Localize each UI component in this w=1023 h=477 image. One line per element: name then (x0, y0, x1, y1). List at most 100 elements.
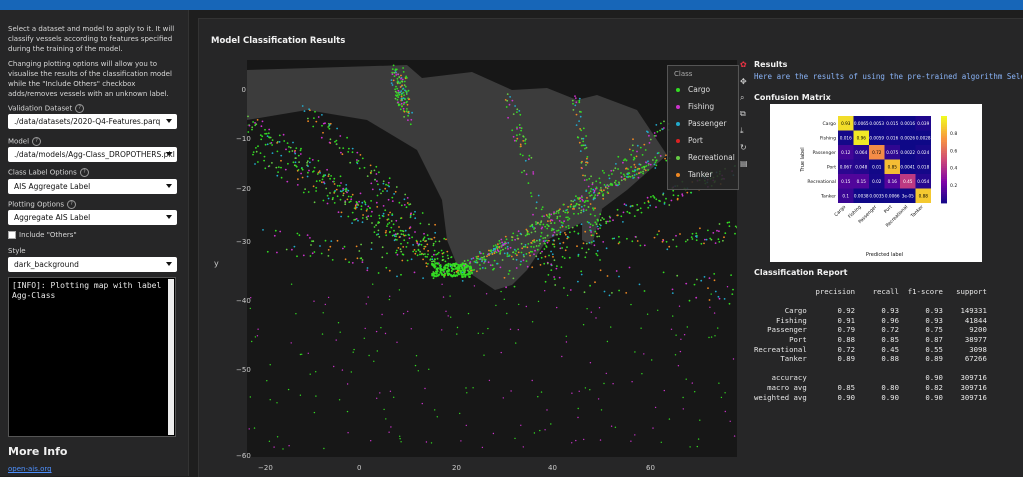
vessel-point (357, 220, 359, 222)
vessel-point (654, 237, 656, 239)
reset-icon[interactable]: ↻ (740, 143, 747, 152)
vessel-point (250, 396, 251, 397)
help-icon[interactable]: ? (32, 137, 41, 146)
vessel-point (623, 174, 625, 176)
vessel-point (695, 233, 697, 235)
vessel-point (327, 195, 329, 197)
vessel-point (312, 126, 314, 128)
checkbox-box[interactable] (8, 231, 16, 239)
vessel-point (552, 234, 554, 236)
vessel-point (467, 273, 469, 275)
help-icon[interactable]: ? (75, 104, 84, 113)
save-icon[interactable]: ⤓ (740, 126, 744, 136)
vessel-point (546, 214, 548, 216)
vessel-point (496, 251, 498, 253)
vessel-point (300, 150, 302, 152)
vessel-point (696, 279, 698, 281)
vessel-point (342, 153, 344, 155)
vessel-point (554, 246, 556, 248)
vessel-point (525, 235, 527, 237)
vessel-point (579, 142, 581, 144)
vessel-point (442, 256, 444, 258)
vessel-point (501, 352, 502, 353)
vessel-point (722, 240, 724, 242)
vessel-point (586, 252, 588, 254)
vessel-point (592, 182, 594, 184)
vessel-point (281, 177, 283, 179)
vessel-point (607, 341, 608, 342)
vessel-point (449, 295, 450, 296)
vessel-point (541, 209, 543, 211)
vessel-point (634, 174, 636, 176)
vessel-point (356, 218, 358, 220)
vessel-point (388, 182, 390, 184)
vessel-point (342, 248, 344, 250)
vessel-point (529, 255, 531, 257)
map-chart[interactable] (247, 60, 737, 457)
vessel-point (437, 416, 438, 417)
vessel-point (344, 246, 346, 248)
pan-icon[interactable]: ✥ (740, 77, 747, 86)
vessel-point (640, 147, 642, 149)
help-icon[interactable]: ? (67, 200, 76, 209)
vessel-point (531, 224, 533, 226)
box-select-icon[interactable]: ⧉ (740, 109, 746, 119)
vessel-point (380, 327, 381, 328)
scrollbar[interactable] (168, 279, 174, 435)
vessel-point (247, 116, 249, 118)
class-label-select[interactable]: AIS Aggregate Label (8, 179, 177, 194)
vessel-point (277, 171, 279, 173)
vessel-point (598, 398, 599, 399)
vessel-point (585, 387, 586, 388)
vessel-point (567, 216, 569, 218)
vessel-point (655, 198, 657, 200)
vessel-point (511, 239, 513, 241)
vessel-point (321, 114, 323, 116)
vessel-point (589, 285, 591, 287)
help-icon[interactable]: ? (80, 168, 89, 177)
model-select[interactable]: ./data/models/Agg-Class_DROPOTHERS.pkl (8, 147, 177, 162)
style-select[interactable]: dark_background (8, 257, 177, 272)
vessel-point (503, 244, 505, 246)
vessel-point (389, 296, 390, 297)
vessel-point (717, 327, 718, 328)
vessel-point (650, 196, 652, 198)
vessel-point (395, 191, 397, 193)
vessel-point (532, 214, 534, 216)
vessel-point (323, 448, 324, 449)
vessel-point (321, 253, 323, 255)
include-others-checkbox[interactable]: Include "Others" (8, 231, 77, 239)
classification-report: precision recall f1-score support Cargo … (754, 287, 987, 402)
vessel-point (647, 160, 649, 162)
vessel-point (527, 266, 529, 268)
log-output[interactable]: [INFO]: Plotting map with label Agg-Clas… (8, 277, 176, 437)
validation-dataset-select[interactable]: ./data/datasets/2020-Q4-Features.parq (8, 114, 177, 129)
vessel-point (446, 264, 448, 266)
vessel-point (441, 284, 442, 285)
vessel-point (507, 117, 509, 119)
vessel-point (526, 230, 528, 232)
hover-icon[interactable]: ▤ (740, 159, 748, 168)
vessel-point (378, 171, 380, 173)
vessel-point (360, 258, 362, 260)
vessel-point (299, 234, 301, 236)
vessel-point (464, 267, 466, 269)
vessel-point (309, 158, 311, 160)
cm-cell-value: 0.016 (840, 136, 852, 141)
vessel-point (297, 178, 299, 180)
vessel-point (447, 272, 449, 274)
vessel-point (425, 240, 427, 242)
vessel-point (454, 272, 456, 274)
vessel-point (270, 364, 271, 365)
open-ais-link[interactable]: open-ais.org (8, 465, 52, 473)
vessel-point (672, 289, 674, 291)
vessel-point (482, 253, 484, 255)
vessel-point (480, 253, 482, 255)
vessel-point (517, 235, 519, 237)
vessel-point (277, 436, 278, 437)
vessel-point (516, 127, 518, 129)
plotting-options-select[interactable]: Aggregate AIS Label (8, 210, 177, 225)
vessel-point (404, 98, 406, 100)
zoom-icon[interactable]: ⌕ (740, 93, 744, 103)
vessel-point (291, 249, 293, 251)
